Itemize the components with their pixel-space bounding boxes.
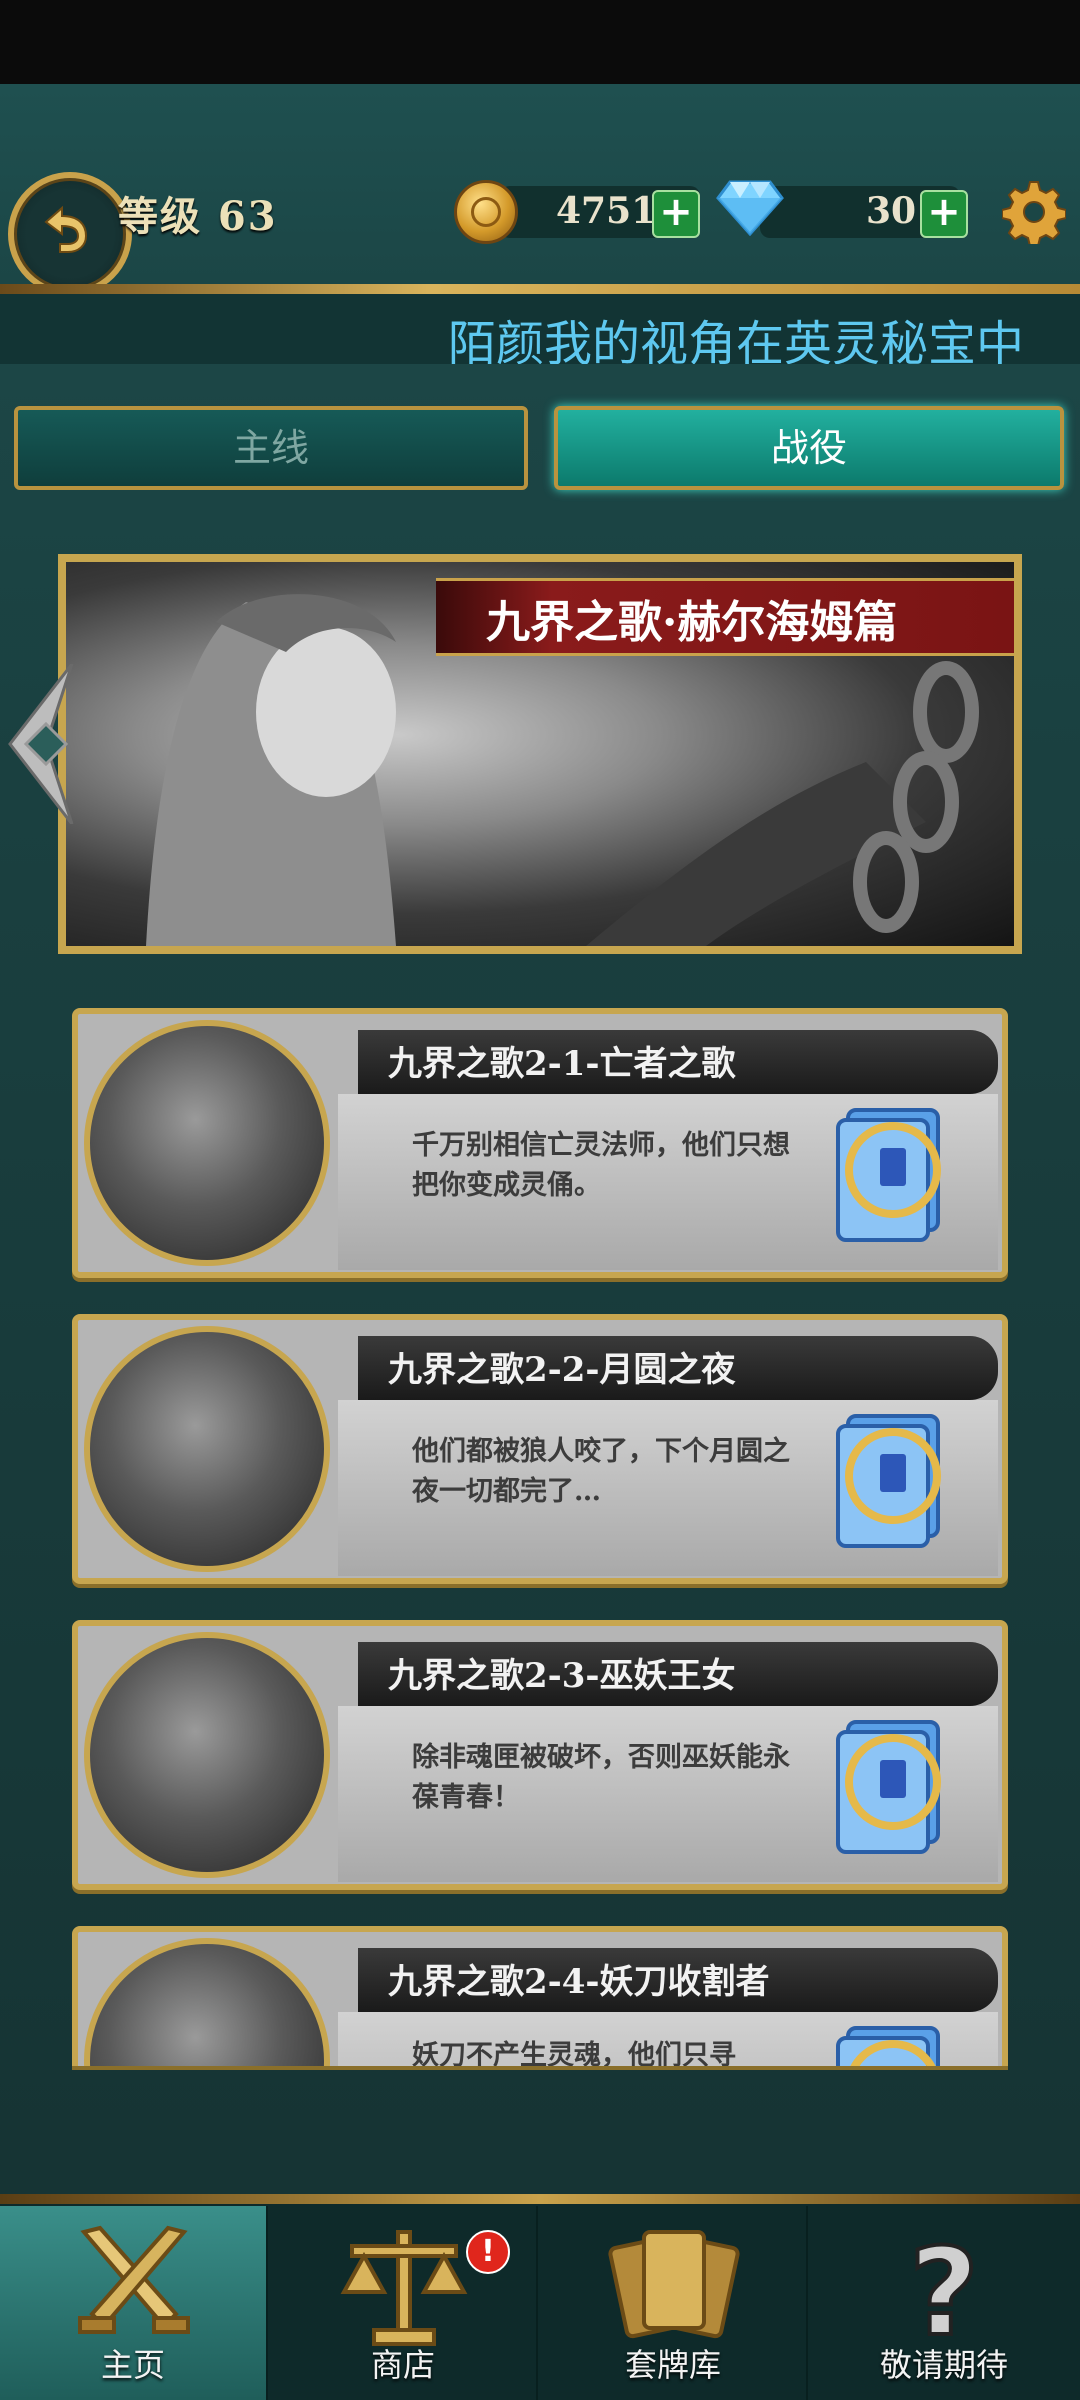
campaign-banner[interactable]: 九界之歌·赫尔海姆篇 xyxy=(58,554,1022,954)
question-icon: ? xyxy=(907,2222,981,2352)
chapter-title: 九界之歌2-1-亡者之歌 xyxy=(388,1044,736,1084)
nav-home[interactable]: 主页 xyxy=(0,2206,268,2400)
header-divider xyxy=(0,284,1080,294)
nav-home-label: 主页 xyxy=(100,2346,165,2384)
card-pack-reward-icon xyxy=(836,2026,940,2066)
scales-icon xyxy=(340,2230,468,2346)
diamond-icon xyxy=(716,180,784,236)
nav-deck-library[interactable]: 套牌库 xyxy=(540,2206,808,2400)
marquee-text: 陌颜我的视角在英灵秘宝中 xyxy=(448,316,1025,364)
gear-icon[interactable] xyxy=(1002,180,1066,244)
chapter-portrait xyxy=(84,1326,330,1572)
tab-campaign[interactable]: 战役 xyxy=(554,406,1064,490)
chapter-portrait xyxy=(84,1020,330,1266)
chapter-card-2-4[interactable]: 九界之歌2-4-妖刀收割者 妖刀不产生灵魂，他们只寻 xyxy=(72,1926,1008,2066)
chapter-description: 他们都被狼人咬了，下个月圆之夜一切都完了… xyxy=(412,1436,790,1507)
gem-value: 30 xyxy=(866,190,917,232)
coin-icon xyxy=(454,180,518,244)
card-pack-reward-icon xyxy=(836,1108,941,1242)
coin-value: 4751 xyxy=(556,190,657,232)
announcement-marquee: 陌颜我的视角在英灵秘宝中 xyxy=(0,294,1080,364)
chapter-description: 除非魂匣被破坏，否则巫妖能永葆青春！ xyxy=(412,1742,790,1813)
back-button[interactable] xyxy=(8,172,132,296)
chapter-portrait xyxy=(84,1938,330,2066)
top-bar: 等级 63 4751 + 30 + xyxy=(0,84,1080,296)
app-screen: 等级 63 4751 + 30 + 陌颜我的视角在英灵秘宝中 主线 战役 九界之… xyxy=(0,84,1080,2400)
add-coins-button[interactable]: + xyxy=(652,190,700,238)
chapter-title: 九界之歌2-4-妖刀收割者 xyxy=(388,1962,770,2002)
chapter-card-2-1[interactable]: 九界之歌2-1-亡者之歌 千万别相信亡灵法师，他们只想把你变成灵俑。 xyxy=(72,1008,1008,1278)
cards-icon xyxy=(608,2230,740,2339)
chapter-description: 妖刀不产生灵魂，他们只寻 xyxy=(412,2040,736,2066)
player-level: 等级 63 xyxy=(118,193,278,240)
chapter-title: 九界之歌2-3-巫妖王女 xyxy=(388,1656,736,1696)
svg-text:?: ? xyxy=(909,2224,979,2352)
banner-title: 九界之歌·赫尔海姆篇 xyxy=(486,597,898,648)
card-pack-reward-icon xyxy=(836,1720,941,1854)
nav-coming-soon[interactable]: ? 敬请期待 xyxy=(810,2206,1078,2400)
nav-shop-label: 商店 xyxy=(370,2346,435,2384)
add-gems-button[interactable]: + xyxy=(920,190,968,238)
nav-deck-label: 套牌库 xyxy=(624,2346,721,2384)
nav-coming-soon-label: 敬请期待 xyxy=(879,2346,1008,2384)
tab-main-story[interactable]: 主线 xyxy=(14,406,528,490)
chapter-title: 九界之歌2-2-月圆之夜 xyxy=(388,1350,736,1390)
shop-alert-badge: ! xyxy=(466,2230,510,2274)
back-arrow-icon xyxy=(44,205,88,253)
crossed-swords-icon xyxy=(78,2225,190,2334)
chapter-description: 千万别相信亡灵法师，他们只想把你变成灵俑。 xyxy=(412,1130,790,1201)
previous-banner-arrow-icon[interactable] xyxy=(6,664,76,824)
card-pack-reward-icon xyxy=(836,1414,941,1548)
chapter-card-2-2[interactable]: 九界之歌2-2-月圆之夜 他们都被狼人咬了，下个月圆之夜一切都完了… xyxy=(72,1314,1008,1584)
chapter-portrait xyxy=(84,1632,330,1878)
chapter-card-2-3[interactable]: 九界之歌2-3-巫妖王女 除非魂匣被破坏，否则巫妖能永葆青春！ xyxy=(72,1620,1008,1890)
